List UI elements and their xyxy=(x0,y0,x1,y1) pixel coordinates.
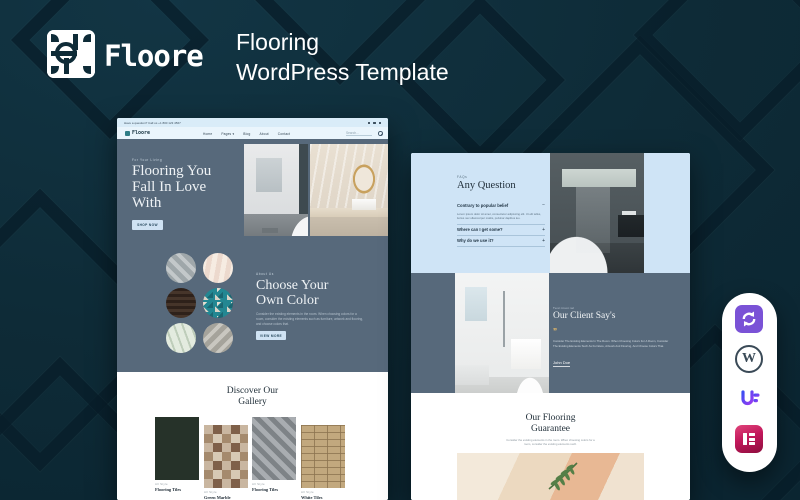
faq-item-row[interactable]: Where can I get some? + xyxy=(457,225,545,236)
color-swatch-dark-wood xyxy=(166,288,196,318)
gallery-card-eyebrow: All Style xyxy=(204,490,248,494)
gallery-card[interactable]: All Style Green Marble xyxy=(204,425,248,500)
gallery-photo-subway-tiles xyxy=(155,417,199,480)
colors-body: Consider the existing elements in the ro… xyxy=(256,312,364,327)
guarantee-section: Our Flooring Guarantee Consider the exis… xyxy=(411,393,690,500)
chevron-down-icon: ▾ xyxy=(231,132,234,136)
fern-leaf xyxy=(543,455,583,495)
guarantee-photo-marble-tiles xyxy=(457,453,644,500)
search-input[interactable]: Search... xyxy=(346,131,372,136)
faq-photo-dark-bathroom xyxy=(550,153,644,273)
floore-logo-icon xyxy=(47,30,95,78)
expand-icon[interactable]: + xyxy=(542,228,545,232)
gallery-card-title: Flooring Tiles xyxy=(252,487,296,492)
faq-answer: Lorem ipsum dolor sit amet, consectetur … xyxy=(457,210,545,225)
menu-item-blog[interactable]: Blog xyxy=(243,132,250,136)
main-menu: Home Pages ▾ Blog About Contact xyxy=(203,132,290,136)
faq-eyebrow: FAQs xyxy=(457,175,467,179)
menu-item-about[interactable]: About xyxy=(259,132,268,136)
collapse-icon[interactable]: − xyxy=(542,203,545,207)
brand-name: Floore xyxy=(104,39,203,73)
updates-sync-icon xyxy=(735,305,763,333)
gallery-card-title: Green Marble xyxy=(204,495,248,500)
social-icons[interactable] xyxy=(368,122,382,125)
gallery-card-eyebrow: All Style xyxy=(155,482,199,486)
slate-section: For Your Living Flooring You Fall In Lov… xyxy=(117,139,388,372)
guarantee-title: Our Flooring Guarantee xyxy=(411,413,690,435)
promo-title-line2: WordPress Template xyxy=(236,57,449,87)
faq-accordion: Contrary to popular belief − Lorem ipsum… xyxy=(457,200,545,247)
menu-item-pages[interactable]: Pages ▾ xyxy=(221,132,234,136)
hero-photo-beige-bathroom xyxy=(310,144,388,236)
testimonial-photo-white-bathroom xyxy=(455,273,549,393)
color-swatch-grey-cobble xyxy=(203,323,233,353)
topbar-phone-text: Have a question? Call us +1 800 123 4567 xyxy=(124,121,181,125)
site-topbar: Have a question? Call us +1 800 123 4567 xyxy=(117,118,388,127)
gallery-title: Discover Our Gallery xyxy=(117,386,388,408)
faq-item-row[interactable]: Contrary to popular belief − xyxy=(457,200,545,210)
tech-badges-pill: W xyxy=(722,293,777,472)
color-swatch-teal-mosaic xyxy=(203,288,233,318)
gallery-card-title: Flooring Tiles xyxy=(155,487,199,492)
floore-logo-glyph xyxy=(47,30,95,78)
gallery-photo-tan-bricks xyxy=(301,425,345,488)
testimonial-section: Testimonial Our Client Say's ❞ Consider … xyxy=(411,273,690,393)
quote-icon: ❞ xyxy=(553,327,557,336)
color-swatch-grey-stone xyxy=(166,253,196,283)
unlimited-elements-icon xyxy=(735,385,763,413)
gallery-photo-brown-mosaic xyxy=(204,425,248,488)
site-logo[interactable]: Floore xyxy=(125,130,150,136)
colors-view-button[interactable]: VIEW MORE xyxy=(256,331,286,340)
faq-title: Any Question xyxy=(457,180,516,191)
gallery-card[interactable]: All Style Flooring Tiles xyxy=(252,417,296,492)
gallery-card-eyebrow: All Style xyxy=(252,482,296,486)
color-swatch-cream-marble xyxy=(203,253,233,283)
colors-eyebrow: About Us xyxy=(256,272,274,276)
menu-item-home[interactable]: Home xyxy=(203,132,212,136)
gallery-card-eyebrow: All Style xyxy=(301,490,345,494)
guarantee-subtitle: Consider the existing elements in the ro… xyxy=(503,438,598,447)
gallery-photo-herringbone-tiles xyxy=(252,417,296,480)
wordpress-icon: W xyxy=(735,345,763,373)
template-preview-home: Have a question? Call us +1 800 123 4567… xyxy=(117,118,388,500)
promo-banner: Floore Flooring WordPress Template Have … xyxy=(0,0,800,500)
site-logo-text: Floore xyxy=(132,130,150,136)
site-logo-icon xyxy=(125,131,130,136)
menu-item-contact[interactable]: Contact xyxy=(278,132,290,136)
hero-eyebrow: For Your Living xyxy=(132,158,162,162)
search-icon[interactable] xyxy=(378,131,382,135)
promo-title: Flooring WordPress Template xyxy=(236,27,449,87)
hero-title: Flooring You Fall In Love With xyxy=(132,163,232,212)
testimonial-title: Our Client Say's xyxy=(553,311,615,321)
testimonial-eyebrow: Testimonial xyxy=(553,306,575,310)
faq-item-row[interactable]: Why do we use it? + xyxy=(457,236,545,247)
gallery-section: Discover Our Gallery All Style Flooring … xyxy=(117,372,388,500)
promo-title-line1: Flooring xyxy=(236,27,449,57)
hero-photo-white-bathroom xyxy=(244,144,308,236)
gallery-card-title: White Tiles xyxy=(301,495,345,500)
gallery-card[interactable]: All Style White Tiles xyxy=(301,425,345,500)
template-preview-inner: FAQs Any Question Contrary to popular be… xyxy=(411,153,690,500)
expand-icon[interactable]: + xyxy=(542,239,545,243)
color-swatch-green-marble xyxy=(166,323,196,353)
gallery-card[interactable]: All Style Flooring Tiles xyxy=(155,417,199,492)
faq-section: FAQs Any Question Contrary to popular be… xyxy=(411,153,690,273)
site-navbar: Floore Home Pages ▾ Blog About Contact S… xyxy=(117,127,388,139)
testimonial-body: Consider The Existing Elements In The Ro… xyxy=(553,339,673,348)
elementor-icon xyxy=(735,425,763,453)
colors-title: Choose Your Own Color xyxy=(256,278,351,309)
hero-shop-button[interactable]: SHOP NOW xyxy=(132,220,163,230)
testimonial-author: John Doe xyxy=(553,360,570,367)
